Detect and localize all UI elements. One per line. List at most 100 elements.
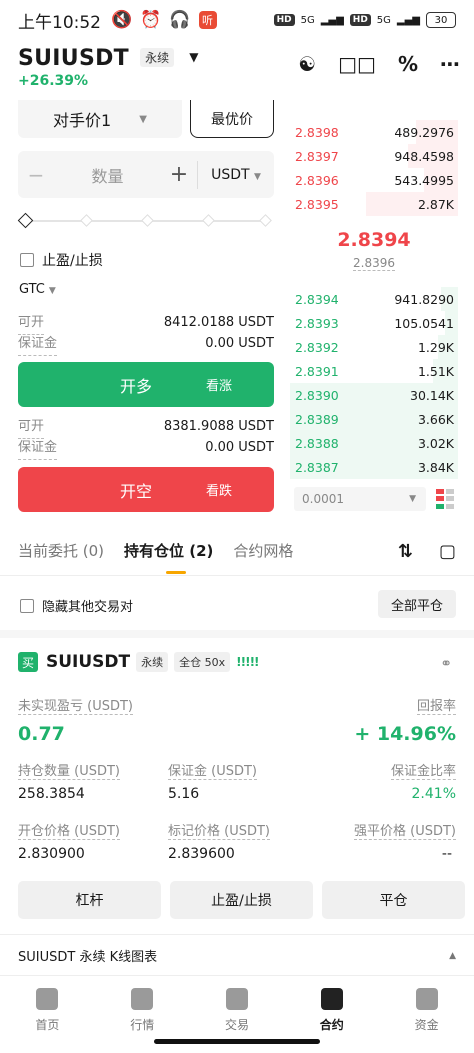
hd-badge-2: HD bbox=[349, 14, 371, 26]
ask-row[interactable]: 2.8396 543.4995 bbox=[290, 168, 458, 192]
margin-mode-tag[interactable]: 全仓 50x bbox=[174, 652, 231, 672]
hide-other-checkbox[interactable] bbox=[20, 598, 34, 613]
bid-row[interactable]: 2.8394 941.8290 bbox=[290, 287, 458, 311]
nav-assets[interactable]: 资金 bbox=[379, 976, 474, 1053]
more-icon[interactable]: ⋯ bbox=[440, 52, 460, 76]
bid-price: 2.8391 bbox=[295, 363, 339, 379]
bid-quantity: 1.51K bbox=[417, 363, 454, 379]
quantity-input[interactable]: 数量 bbox=[54, 163, 161, 187]
hide-other-pairs-toggle[interactable]: 隐藏其他交易对 bbox=[20, 596, 133, 615]
network-type: 5G bbox=[300, 14, 315, 26]
hd-badge: HD bbox=[273, 14, 295, 26]
trade-icon bbox=[225, 988, 248, 1010]
tab-grid[interactable]: 合约网格 bbox=[233, 540, 293, 561]
market-header: SUIUSDT 永续 ▼ +26.39% ☯ □□ % ⋯ bbox=[18, 46, 460, 100]
leverage-button[interactable]: 杠杆 bbox=[18, 881, 161, 919]
bid-row[interactable]: 2.8393 105.0541 bbox=[290, 311, 458, 335]
mark-price: 2.8396 bbox=[353, 256, 395, 271]
bid-quantity: 105.0541 bbox=[394, 315, 454, 331]
price-type-label: 对手价1 bbox=[53, 111, 112, 130]
entry-price-value: 2.830900 bbox=[18, 846, 85, 862]
tab-open-orders[interactable]: 当前委托 (0) bbox=[18, 540, 104, 561]
quantity-stepper[interactable]: − 数量 + USDT ▼ bbox=[18, 151, 274, 198]
bid-quantity: 3.02K bbox=[417, 435, 454, 451]
status-time: 上午10:52 bbox=[18, 12, 101, 33]
candlestick-icon[interactable]: □□ bbox=[338, 52, 376, 76]
bid-row[interactable]: 2.8390 30.14K bbox=[290, 383, 458, 407]
tif-select[interactable]: GTC ▼ bbox=[19, 282, 56, 297]
bid-price: 2.8390 bbox=[295, 387, 339, 403]
best-price-button[interactable]: 最优价 bbox=[190, 100, 274, 138]
network-type-2: 5G bbox=[376, 14, 391, 26]
symbol-title: SUIUSDT bbox=[18, 46, 129, 71]
orderbook-layout-icon[interactable] bbox=[436, 489, 454, 509]
position-header: 买 SUIUSDT 永续 全仓 50x !!!!! bbox=[18, 652, 260, 672]
bid-row[interactable]: 2.8392 1.29K bbox=[290, 335, 458, 359]
battery-icon: 30 bbox=[426, 12, 456, 28]
slider-handle[interactable] bbox=[17, 212, 34, 229]
tpsl-toggle[interactable]: 止盈/止损 bbox=[20, 250, 103, 270]
ask-quantity: 948.4598 bbox=[394, 148, 454, 164]
assets-icon bbox=[415, 988, 438, 1010]
history-icon[interactable]: ▢ bbox=[439, 541, 456, 562]
leverage-slider[interactable] bbox=[17, 212, 272, 229]
open-short-button[interactable]: 开空 看跌 bbox=[18, 467, 274, 512]
ask-row[interactable]: 2.8398 489.2976 bbox=[290, 120, 458, 144]
bid-row[interactable]: 2.8391 1.51K bbox=[290, 359, 458, 383]
ask-row[interactable]: 2.8397 948.4598 bbox=[290, 144, 458, 168]
signal-icon-2: ▂▄▆ bbox=[396, 14, 420, 26]
adl-indicator-icon: !!!!! bbox=[236, 655, 259, 669]
long-available-row: 可开 8412.0188 USDT bbox=[18, 315, 274, 335]
share-icon[interactable]: ⚭ bbox=[440, 656, 452, 672]
bid-price: 2.8387 bbox=[295, 459, 339, 475]
tab-positions[interactable]: 持有仓位 (2) bbox=[124, 540, 213, 561]
home-indicator[interactable] bbox=[154, 1039, 320, 1044]
home-icon bbox=[36, 988, 59, 1010]
strategy-icon[interactable]: ☯ bbox=[298, 52, 316, 76]
nav-home[interactable]: 首页 bbox=[0, 976, 95, 1053]
bid-row[interactable]: 2.8389 3.66K bbox=[290, 407, 458, 431]
bid-price: 2.8394 bbox=[295, 291, 339, 307]
close-position-button[interactable]: 平仓 bbox=[322, 881, 465, 919]
size-label: 持仓数量 (USDT) bbox=[18, 764, 120, 780]
precision-select[interactable]: 0.0001 ▼ bbox=[294, 487, 426, 511]
open-long-button[interactable]: 开多 看涨 bbox=[18, 362, 274, 407]
slider-step[interactable] bbox=[259, 214, 272, 227]
slider-step[interactable] bbox=[80, 214, 93, 227]
caret-down-icon[interactable]: ▼ bbox=[189, 50, 198, 64]
last-price[interactable]: 2.8394 bbox=[290, 229, 458, 251]
bid-quantity: 3.66K bbox=[417, 411, 454, 427]
ask-row[interactable]: 2.8395 2.87K bbox=[290, 192, 458, 216]
margin-ratio-label: 保证金比率 bbox=[390, 764, 456, 780]
bid-price: 2.8389 bbox=[295, 411, 339, 427]
size-value: 258.3854 bbox=[18, 786, 85, 802]
price-type-select[interactable]: 对手价1 ▼ bbox=[18, 100, 182, 138]
plus-icon[interactable]: + bbox=[161, 162, 197, 187]
slider-step[interactable] bbox=[141, 214, 154, 227]
alarm-icon: ⏰ bbox=[140, 10, 162, 30]
tpsl-button[interactable]: 止盈/止损 bbox=[170, 881, 313, 919]
sort-icon[interactable]: ⇅ bbox=[398, 541, 413, 562]
bid-price: 2.8392 bbox=[295, 339, 339, 355]
headphones-icon: 🎧 bbox=[169, 10, 191, 30]
bid-quantity: 941.8290 bbox=[394, 291, 454, 307]
bid-price: 2.8393 bbox=[295, 315, 339, 331]
markets-icon bbox=[131, 988, 154, 1010]
roe-label: 回报率 bbox=[416, 699, 456, 715]
kline-chart-toggle[interactable]: SUIUSDT 永续 K线图表 ▲ bbox=[18, 946, 456, 965]
short-available-row: 可开 8381.9088 USDT bbox=[18, 419, 274, 439]
short-margin-row: 保证金 0.00 USDT bbox=[18, 440, 274, 460]
minus-icon[interactable]: − bbox=[18, 163, 54, 187]
close-all-button[interactable]: 全部平仓 bbox=[378, 590, 456, 618]
bid-row[interactable]: 2.8388 3.02K bbox=[290, 431, 458, 455]
bid-quantity: 3.84K bbox=[417, 459, 454, 475]
bid-row[interactable]: 2.8387 3.84K bbox=[290, 455, 458, 479]
ask-quantity: 543.4995 bbox=[394, 172, 454, 188]
chevron-up-icon[interactable]: ▲ bbox=[449, 951, 456, 961]
ask-price: 2.8398 bbox=[295, 124, 339, 140]
margin-ratio-value: 2.41% bbox=[411, 786, 456, 802]
slider-step[interactable] bbox=[202, 214, 215, 227]
unit-select[interactable]: USDT ▼ bbox=[198, 167, 274, 183]
percent-icon[interactable]: % bbox=[398, 52, 418, 76]
tpsl-checkbox[interactable] bbox=[20, 253, 34, 267]
